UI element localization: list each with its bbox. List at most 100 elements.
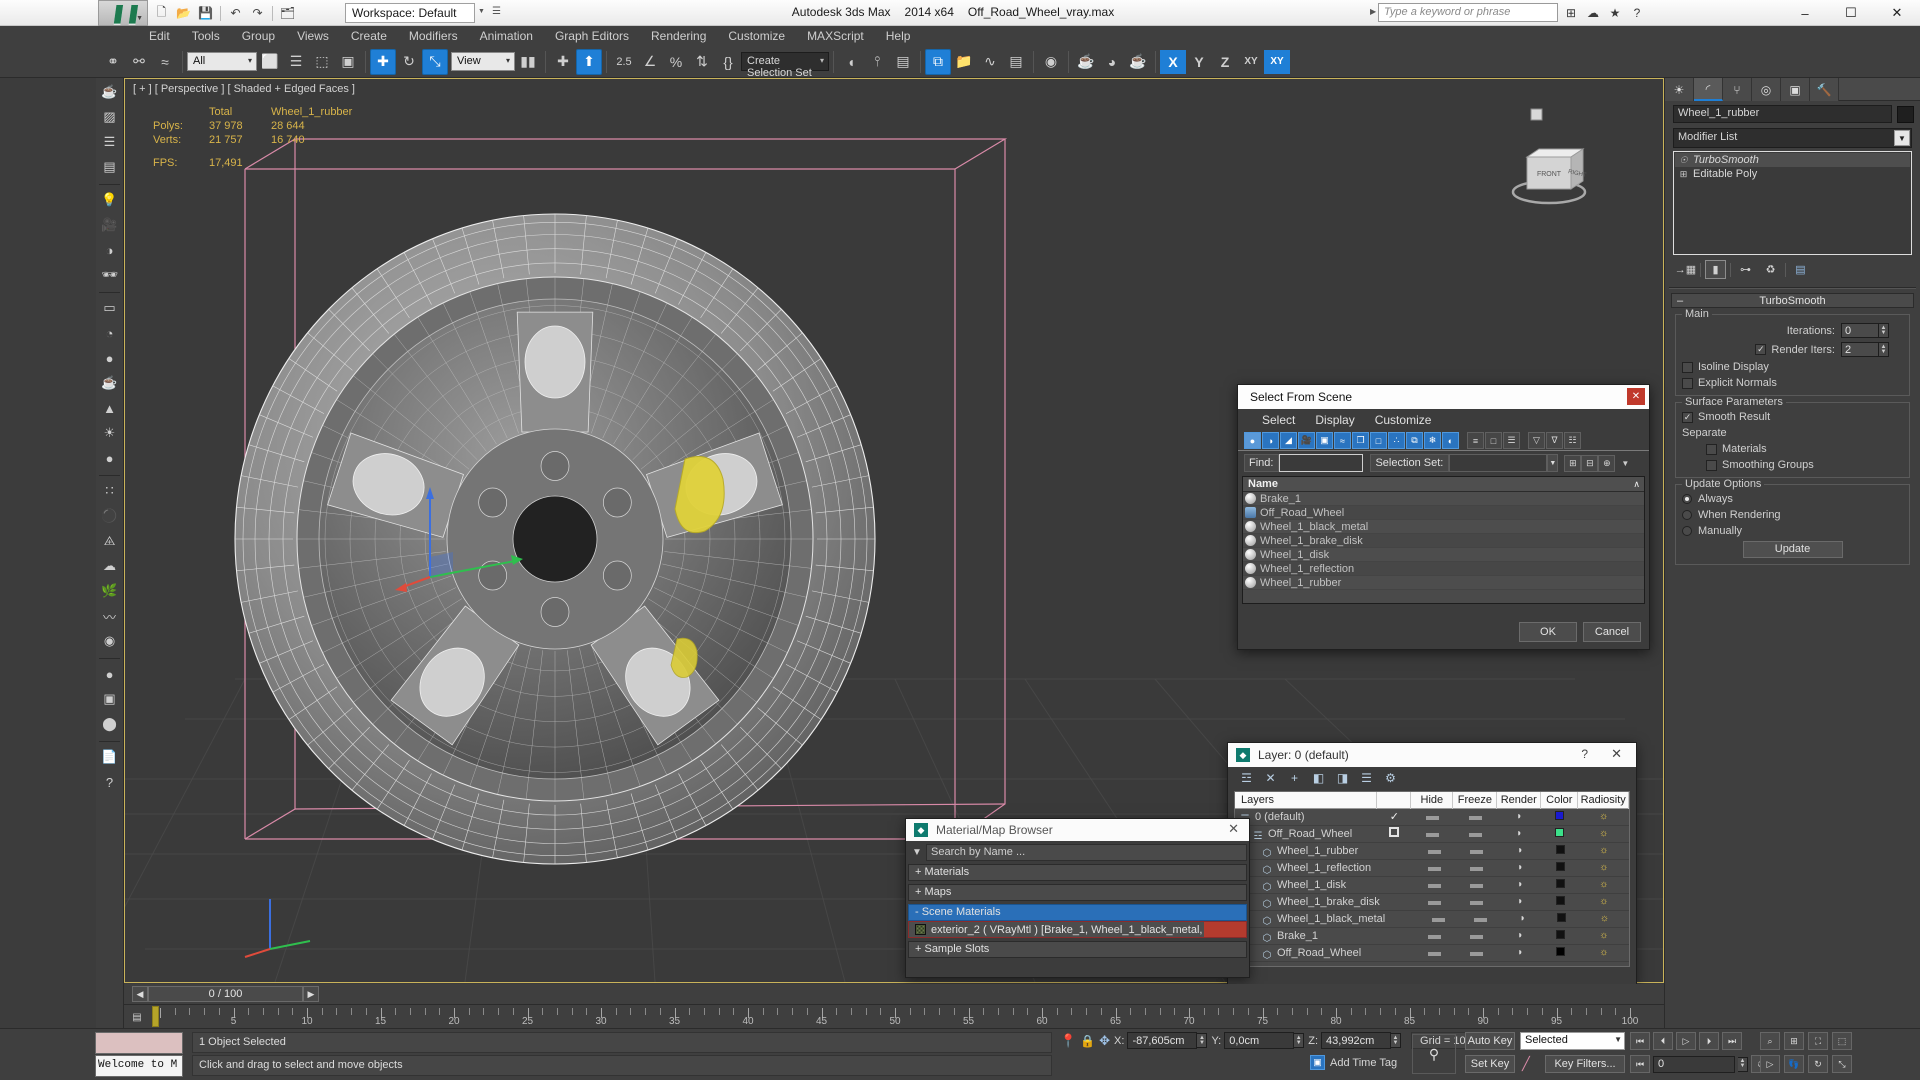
menu-animation[interactable]: Animation — [469, 26, 544, 46]
remove-selection-set-icon[interactable]: ⊟ — [1581, 454, 1599, 472]
track-bar[interactable]: ▤ 5 10 15 20 25 30 35 40 45 50 55 60 65 70 75 80 85 90 95 1… — [124, 1004, 1664, 1028]
add-time-tag-label[interactable]: Add Time Tag — [1330, 1057, 1397, 1069]
frame-spinner[interactable]: ▲ ▼ — [1738, 1056, 1748, 1072]
layer-current-state[interactable] — [1380, 894, 1413, 911]
separate-smoothing-groups-row[interactable]: Smoothing Groups — [1682, 459, 1903, 471]
selection-set-chevron-icon[interactable]: ▼ — [1547, 454, 1559, 472]
layer-window-title-bar[interactable]: ◆ Layer: 0 (default) ? ✕ — [1228, 743, 1636, 767]
layer-freeze-cell[interactable] — [1455, 843, 1498, 860]
stack-item-editable-poly[interactable]: ⊞ Editable Poly — [1675, 167, 1910, 181]
layer-render-cell[interactable]: ◗ — [1499, 843, 1542, 860]
iterations-spinner[interactable]: ▲ ▼ — [1879, 323, 1889, 338]
render-production-icon[interactable]: ☕ — [1125, 49, 1151, 75]
reference-coordinate-system-dropdown[interactable]: View — [451, 52, 515, 71]
named-selection-set-dropdown[interactable]: Create Selection Set — [741, 52, 829, 79]
layer-freeze-cell[interactable] — [1455, 945, 1498, 962]
layer-row[interactable]: ☲0 (default)✓ ◗ ☼ — [1235, 809, 1629, 826]
iterations-input[interactable]: 0 — [1841, 323, 1879, 338]
layer-radiosity-cell[interactable]: ☼ — [1579, 894, 1629, 911]
create-tab[interactable]: ☀ — [1665, 78, 1694, 101]
select-and-link-icon[interactable]: ⚭ — [100, 49, 126, 75]
display-geometry-icon[interactable]: ● — [1244, 432, 1261, 449]
z-coordinate-field[interactable]: Z: 43,992cm ▲ ▼ — [1308, 1032, 1402, 1049]
walk-through-icon[interactable]: 👣 — [1784, 1055, 1804, 1073]
cylinder-primitive-icon[interactable]: ● — [97, 346, 123, 370]
unlink-selection-icon[interactable]: ⚯ — [126, 49, 152, 75]
layer-freeze-cell[interactable] — [1455, 877, 1498, 894]
axis-constraint-xy-button[interactable]: XY — [1238, 50, 1264, 74]
layer-current-state[interactable] — [1380, 928, 1413, 945]
smooth-result-row[interactable]: ✓ Smooth Result — [1682, 411, 1903, 423]
smooth-result-checkbox[interactable]: ✓ — [1682, 411, 1693, 423]
sphere-primitive-icon[interactable]: ◔ — [97, 321, 123, 345]
axis-constraint-z-button[interactable]: Z — [1212, 50, 1238, 74]
x-coordinate-field[interactable]: X: -87,605cm ▲ ▼ — [1114, 1032, 1208, 1049]
current-frame-input[interactable] — [1653, 1055, 1735, 1073]
layer-name-cell[interactable]: ⬡ Wheel_1_reflection — [1235, 860, 1380, 877]
search-expand-icon[interactable]: ▶ — [1370, 7, 1376, 16]
layer-col-state[interactable] — [1377, 791, 1412, 809]
update-always-row[interactable]: Always — [1682, 493, 1903, 505]
display-xrefs-icon[interactable]: □ — [1370, 432, 1387, 449]
scene-converter-icon[interactable]: 📄 — [97, 745, 123, 769]
layer-hide-cell[interactable] — [1411, 826, 1453, 843]
list-column-header[interactable]: Name ∧ — [1243, 477, 1644, 492]
layer-radiosity-cell[interactable]: ☼ — [1579, 843, 1629, 860]
dome-light-icon[interactable]: ● — [97, 446, 123, 470]
display-bones-icon[interactable]: ∴ — [1388, 432, 1405, 449]
use-pivot-point-center-icon[interactable]: ▮▮ — [515, 49, 541, 75]
layer-row[interactable]: ⬡ Brake_1 ◗ ☼ — [1235, 928, 1629, 945]
axis-constraint-x-button[interactable]: X — [1160, 49, 1186, 74]
filter-icon[interactable]: ▽ — [1528, 432, 1545, 449]
layer-row[interactable]: −☲Off_Road_Wheel◗☼ — [1235, 826, 1629, 843]
teapot-primitive-icon[interactable]: ☕ — [97, 371, 123, 395]
display-frozen-icon[interactable]: ❄ — [1424, 432, 1441, 449]
render-production-icon[interactable]: ☕ — [97, 80, 123, 104]
cloud-icon[interactable]: ☁ — [97, 554, 123, 578]
layer-col-render[interactable]: Render — [1497, 791, 1542, 809]
explicit-normals-checkbox[interactable] — [1682, 377, 1693, 389]
layer-current-state[interactable] — [1380, 843, 1413, 860]
layer-color-cell[interactable] — [1542, 894, 1579, 911]
layer-freeze-cell[interactable] — [1453, 826, 1497, 843]
help-icon[interactable]: ? — [1628, 3, 1646, 22]
layer-col-radiosity[interactable]: Radiosity — [1578, 791, 1629, 809]
spinner-snap-toggle-icon[interactable]: ⇅ — [689, 49, 715, 75]
layer-row[interactable]: ⬡ Wheel_1_reflection ◗ ☼ — [1235, 860, 1629, 877]
layer-list[interactable]: LayersHideFreezeRenderColorRadiosity ☲0 … — [1234, 791, 1630, 967]
layer-radiosity-cell[interactable]: ☼ — [1579, 860, 1629, 877]
turbosmooth-rollout-header[interactable]: – TurboSmooth — [1671, 293, 1914, 308]
render-setup-icon[interactable]: ☰ — [97, 130, 123, 154]
edit-named-selection-sets-icon[interactable]: {} — [715, 49, 741, 75]
select-objects-in-layer-icon[interactable]: ◧ — [1310, 770, 1327, 787]
set-key-button[interactable]: Set Key — [1465, 1055, 1515, 1073]
cloth-icon[interactable]: ◉ — [97, 629, 123, 653]
layer-color-swatch[interactable] — [1555, 895, 1565, 905]
key-icon[interactable]: ⚲ — [1429, 1046, 1439, 1063]
layer-freeze-cell[interactable] — [1455, 894, 1498, 911]
maxscript-mini-listener[interactable] — [95, 1032, 183, 1054]
column-options-icon[interactable]: ☷ — [1564, 432, 1581, 449]
arc-rotate-icon[interactable]: ↻ — [1808, 1055, 1828, 1073]
sfs-menu-select[interactable]: Select — [1252, 411, 1305, 429]
layer-radiosity-cell[interactable]: ☼ — [1578, 826, 1629, 843]
layer-name-cell[interactable]: ⬡ Wheel_1_rubber — [1235, 843, 1380, 860]
isoline-display-row[interactable]: Isoline Display — [1682, 361, 1903, 373]
show-end-result-icon[interactable]: ▮ — [1705, 260, 1726, 279]
layer-name-cell[interactable]: ⬡ Brake_1 — [1235, 928, 1380, 945]
render-to-texture-icon[interactable]: ▤ — [97, 155, 123, 179]
create-selection-set-icon[interactable]: ⊞ — [1564, 454, 1582, 472]
add-selection-to-layer-icon[interactable]: + — [1286, 770, 1303, 787]
menu-group[interactable]: Group — [231, 26, 286, 46]
isoline-display-checkbox[interactable] — [1682, 361, 1693, 373]
scene-list-row[interactable]: Wheel_1_rubber — [1243, 576, 1644, 590]
display-helpers-icon[interactable]: ▣ — [1316, 432, 1333, 449]
layer-hide-cell[interactable] — [1418, 911, 1459, 928]
filter-funnel-icon[interactable]: ▼ — [908, 847, 926, 858]
particle-system-icon[interactable]: ∷ — [97, 479, 123, 503]
layer-properties-icon[interactable]: ⚙ — [1382, 770, 1399, 787]
time-slider-handle[interactable]: 0 / 100 — [148, 986, 303, 1002]
separate-materials-checkbox[interactable] — [1706, 443, 1717, 455]
vray-sphere-icon[interactable]: ● — [97, 662, 123, 686]
rendered-frame-window-icon[interactable]: ▨ — [97, 105, 123, 129]
